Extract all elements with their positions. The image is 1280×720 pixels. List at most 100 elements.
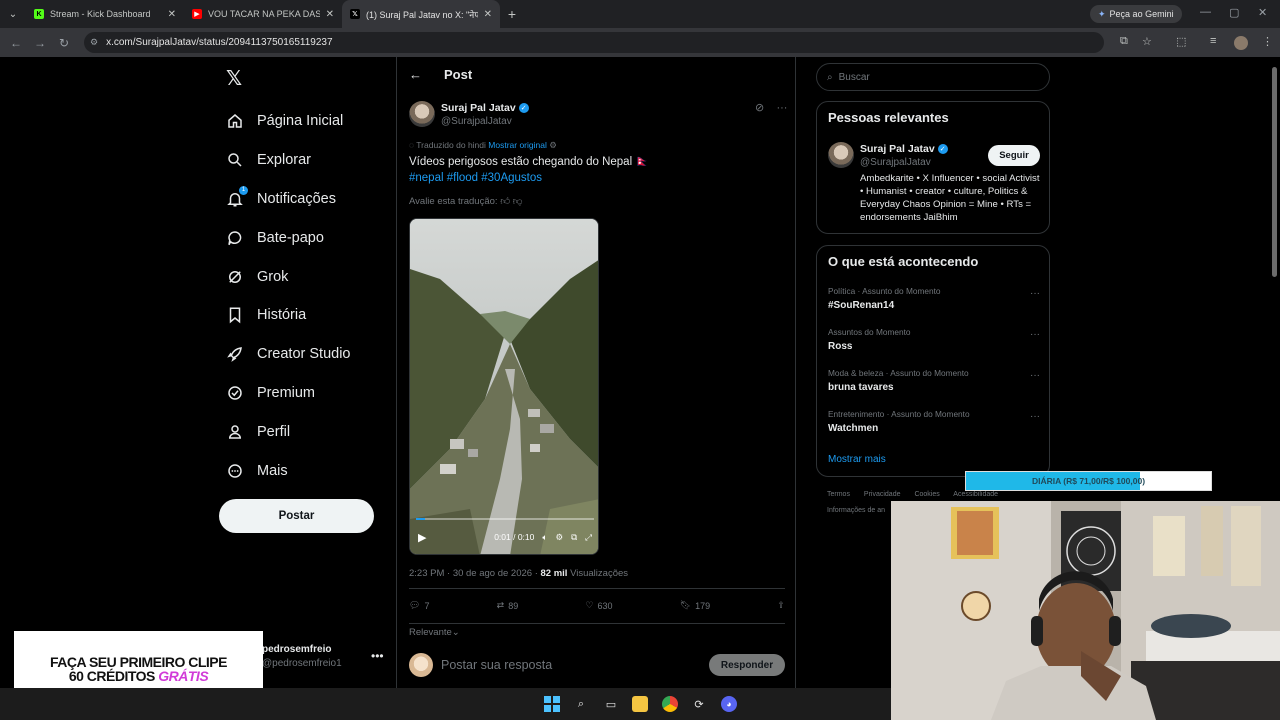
forward-icon[interactable]: →	[28, 36, 52, 50]
repost-count: 89	[508, 600, 519, 611]
sidebar-item-explore[interactable]: Explorar	[226, 141, 396, 180]
browser-tab-active[interactable]: 𝕏 (1) Suraj Pal Jatav no X: "नेपाल ✕	[342, 0, 500, 28]
person-name[interactable]: Suraj Pal Jatav	[860, 143, 935, 155]
menu-icon[interactable]: ⋮	[1262, 35, 1273, 48]
sidebar-item-more[interactable]: Mais	[226, 451, 396, 490]
person-handle[interactable]: @SurajpalJatav	[860, 157, 988, 168]
reply-button[interactable]: 💬︎ 7	[409, 600, 429, 611]
sidebar-item-creator-studio[interactable]: Creator Studio	[226, 335, 396, 374]
post-meta: 2:23 PM · 30 de ago de 2026 · 82 mil Vis…	[409, 568, 628, 579]
settings-icon[interactable]: ⚙	[555, 532, 563, 543]
bookmark-button[interactable]: 🔖︎ 179	[680, 600, 710, 611]
show-more-link[interactable]: Mostrar mais	[828, 454, 886, 465]
media-icon[interactable]: ≡	[1210, 35, 1216, 47]
trend-item[interactable]: Entretenimento · Assunto do Momento Watc…	[828, 409, 1040, 434]
reply-submit-button[interactable]: Responder	[709, 654, 785, 676]
search-icon[interactable]: ⌕	[573, 696, 589, 712]
more-options-icon[interactable]: ···	[1030, 329, 1040, 340]
thumbs-up-icon[interactable]: 👍︎	[500, 196, 510, 207]
tab-search-icon[interactable]: ⌄	[0, 0, 26, 28]
footer-link[interactable]: Termos	[827, 491, 850, 498]
grok-icon[interactable]: ⊘	[755, 102, 764, 114]
sidebar-item-premium[interactable]: Premium	[226, 374, 396, 413]
trend-item[interactable]: Moda & beleza · Assunto do Momento bruna…	[828, 368, 1040, 393]
sidebar-item-chat[interactable]: Bate-papo	[226, 218, 396, 257]
task-view-icon[interactable]: ▭	[603, 696, 619, 712]
sidebar-item-profile[interactable]: Perfil	[226, 412, 396, 451]
more-options-icon[interactable]: ···	[776, 102, 787, 114]
footer-link[interactable]: Privacidade	[864, 491, 901, 498]
scrollbar-thumb[interactable]	[1272, 67, 1277, 277]
site-info-icon[interactable]: ⚙	[90, 37, 98, 48]
footer-link[interactable]: Informações de an	[827, 507, 885, 514]
sidebar-item-notifications[interactable]: 1 Notificações	[226, 180, 396, 219]
chevron-down-icon: ⌄	[451, 627, 460, 638]
app-icon[interactable]: ⟳	[691, 696, 707, 712]
sidebar-item-grok[interactable]: Grok	[226, 257, 396, 296]
browser-tab[interactable]: K Stream - Kick Dashboard ✕	[26, 0, 184, 28]
reply-input[interactable]: Postar sua resposta	[441, 658, 709, 672]
like-button[interactable]: ♡ 630	[585, 600, 612, 611]
person-avatar[interactable]	[828, 142, 854, 168]
x-icon: 𝕏	[350, 9, 360, 19]
profile-avatar[interactable]	[1234, 36, 1248, 50]
footer-link[interactable]: Cookies	[914, 491, 939, 498]
divider	[409, 588, 785, 589]
extensions-icon[interactable]: ⬚	[1176, 35, 1186, 48]
close-icon[interactable]: ✕	[326, 9, 334, 20]
volume-icon[interactable]: 🔈︎	[542, 532, 547, 543]
discord-icon[interactable]: ◕	[721, 696, 737, 712]
author-avatar[interactable]	[409, 101, 435, 127]
sidebar-item-history[interactable]: História	[226, 296, 396, 335]
new-tab-button[interactable]: +	[500, 6, 524, 22]
more-options-icon[interactable]: ···	[1030, 288, 1040, 299]
maximize-icon[interactable]: ▢	[1229, 6, 1239, 19]
user-avatar[interactable]	[409, 653, 433, 677]
show-original-link[interactable]: Mostrar original	[488, 140, 547, 150]
reload-icon[interactable]: ↻	[52, 36, 76, 50]
x-logo-icon[interactable]: 𝕏	[226, 66, 242, 91]
post-video[interactable]: ▶ 0:01 / 0:10 🔈︎ ⚙ ⧉ ⤢	[409, 218, 599, 555]
follow-button[interactable]: Seguir	[988, 144, 1040, 166]
trend-item[interactable]: Política · Assunto do Momento #SouRenan1…	[828, 286, 1040, 311]
play-icon[interactable]: ▶	[418, 531, 426, 544]
address-bar[interactable]: ⚙ x.com/SurajpalJatav/status/20941137501…	[84, 32, 1104, 53]
chrome-icon[interactable]	[662, 696, 678, 712]
thumbs-down-icon[interactable]: 👎︎	[513, 196, 523, 207]
post-button[interactable]: Postar	[219, 499, 374, 533]
account-more-icon[interactable]: •••	[371, 649, 384, 663]
account-switcher[interactable]: pedrosemfreio @pedrosemfreio1	[262, 644, 342, 669]
file-explorer-icon[interactable]	[632, 696, 648, 712]
search-input[interactable]: ⌕ Buscar	[816, 63, 1050, 91]
sidebar-item-home[interactable]: Página Inicial	[226, 102, 396, 141]
window-close-icon[interactable]: ✕	[1258, 6, 1267, 19]
close-icon[interactable]: ✕	[484, 9, 492, 20]
post-timestamp[interactable]: 2:23 PM · 30 de ago de 2026 ·	[409, 568, 541, 579]
post-author[interactable]: Suraj Pal Jatav ✓ @SurajpalJatav	[409, 101, 529, 127]
bookmark-star-icon[interactable]: ☆	[1142, 35, 1152, 48]
relevant-person[interactable]: Suraj Pal Jatav ✓ @SurajpalJatav Seguir A…	[828, 142, 1040, 224]
minimize-icon[interactable]: —	[1200, 6, 1211, 18]
post-hashtags[interactable]: #nepal #flood #30Agustos	[409, 170, 650, 186]
close-icon[interactable]: ✕	[168, 9, 176, 20]
more-options-icon[interactable]: ···	[1030, 411, 1040, 422]
repost-button[interactable]: ⇄ 89	[497, 600, 519, 611]
translated-label: Traduzido do hindi	[416, 140, 486, 150]
share-icon[interactable]: ⇪	[777, 600, 785, 611]
windows-start-icon[interactable]	[544, 696, 560, 712]
settings-icon[interactable]: ⚙	[549, 140, 557, 150]
browser-tab[interactable]: ▶ VOU TACAR NA PEKA DAS BEB ✕	[184, 0, 342, 28]
trend-name: Watchmen	[828, 423, 879, 434]
gemini-button[interactable]: ✦ Peça ao Gemini	[1090, 5, 1182, 23]
back-arrow-icon[interactable]: ←	[409, 67, 422, 82]
back-icon[interactable]: ←	[4, 36, 28, 50]
pip-icon[interactable]: ⧉	[571, 532, 577, 543]
author-handle[interactable]: @SurajpalJatav	[441, 116, 529, 127]
fullscreen-icon[interactable]: ⤢	[585, 532, 592, 543]
author-name[interactable]: Suraj Pal Jatav	[441, 102, 516, 114]
sort-replies-dropdown[interactable]: Relevante⌄	[409, 627, 460, 638]
trend-item[interactable]: Assuntos do Momento Ross ···	[828, 327, 1040, 352]
more-options-icon[interactable]: ···	[1030, 370, 1040, 381]
cast-icon[interactable]: ⧉	[1120, 35, 1128, 48]
footer-link[interactable]: Acessibilidade	[953, 491, 998, 498]
